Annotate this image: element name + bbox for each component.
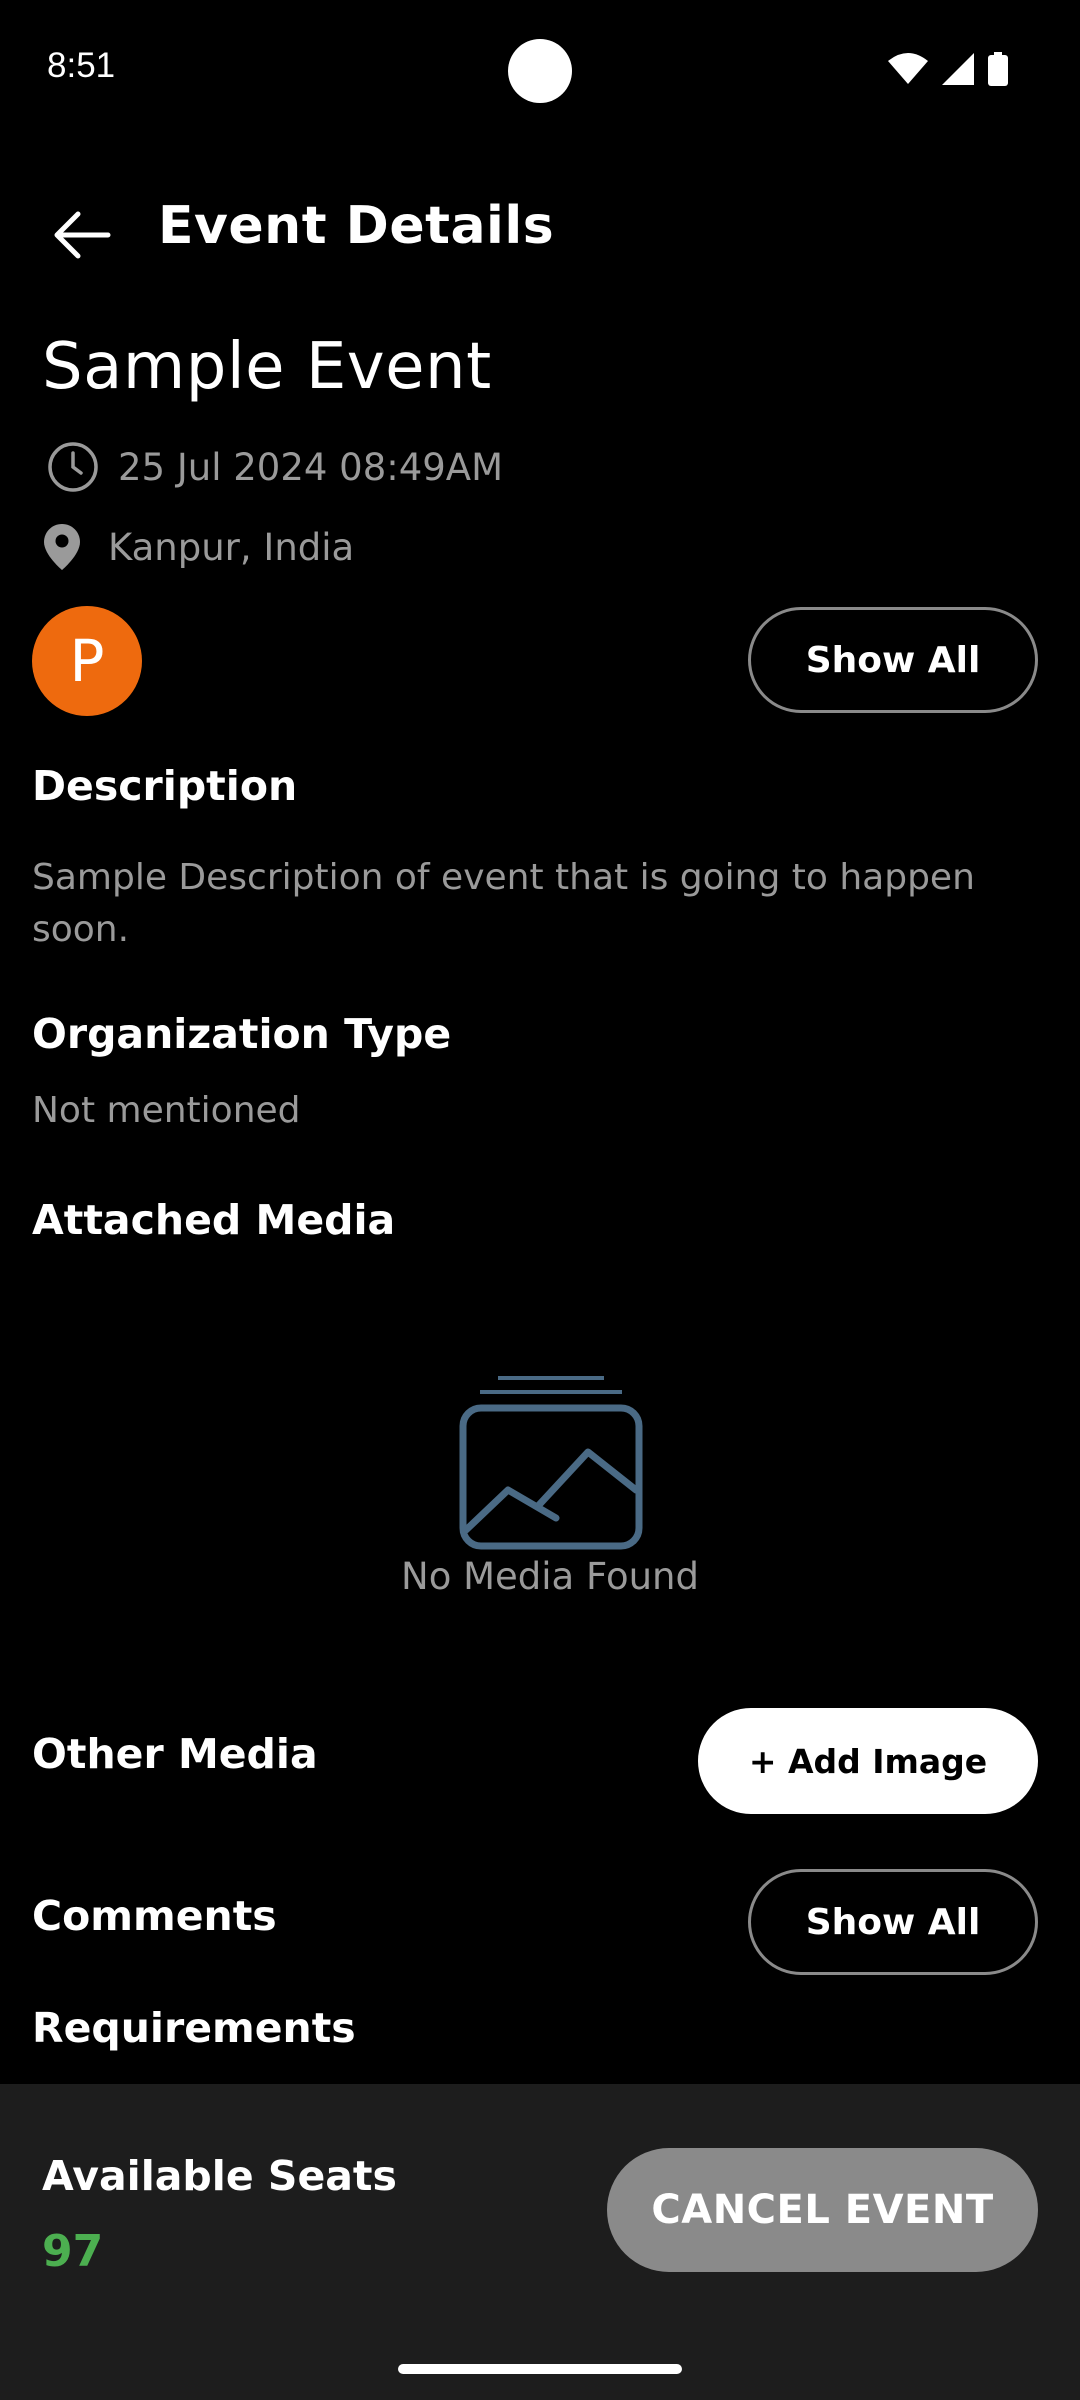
signal-icon xyxy=(942,53,974,85)
image-placeholder-icon xyxy=(458,1372,644,1556)
status-time: 8:51 xyxy=(47,46,116,85)
front-camera xyxy=(508,39,572,103)
wifi-icon xyxy=(888,53,928,84)
back-arrow-icon xyxy=(54,211,111,259)
home-indicator[interactable] xyxy=(398,2364,682,2374)
participant-avatar[interactable]: P xyxy=(32,606,142,716)
organization-type-heading: Organization Type xyxy=(32,1010,452,1058)
clock-icon xyxy=(46,440,100,494)
show-all-participants-button[interactable]: Show All xyxy=(748,607,1038,713)
cancel-event-button[interactable]: CANCEL EVENT xyxy=(607,2148,1038,2272)
event-location-row: Kanpur, India xyxy=(42,524,354,570)
location-pin-icon xyxy=(42,524,82,570)
no-media-text: No Media Found xyxy=(401,1555,699,1598)
description-text: Sample Description of event that is goin… xyxy=(32,857,975,950)
attached-media-heading: Attached Media xyxy=(32,1196,396,1244)
available-seats-value: 97 xyxy=(42,2226,104,2277)
available-seats-label: Available Seats xyxy=(42,2152,397,2200)
status-icons xyxy=(888,52,1008,86)
other-media-heading: Other Media xyxy=(32,1730,318,1778)
requirements-heading: Requirements xyxy=(32,2004,356,2052)
back-button[interactable] xyxy=(42,200,122,270)
battery-icon xyxy=(988,52,1008,86)
page-title: Event Details xyxy=(158,196,555,256)
event-title: Sample Event xyxy=(42,330,492,404)
show-all-comments-button[interactable]: Show All xyxy=(748,1869,1038,1975)
event-location: Kanpur, India xyxy=(108,525,355,569)
event-datetime: 25 Jul 2024 08:49AM xyxy=(118,445,504,489)
event-datetime-row: 25 Jul 2024 08:49AM xyxy=(46,440,503,494)
comments-heading: Comments xyxy=(32,1892,277,1940)
add-image-button[interactable]: + Add Image xyxy=(698,1708,1038,1814)
description-heading: Description xyxy=(32,762,298,810)
organization-type-value: Not mentioned xyxy=(32,1090,301,1131)
